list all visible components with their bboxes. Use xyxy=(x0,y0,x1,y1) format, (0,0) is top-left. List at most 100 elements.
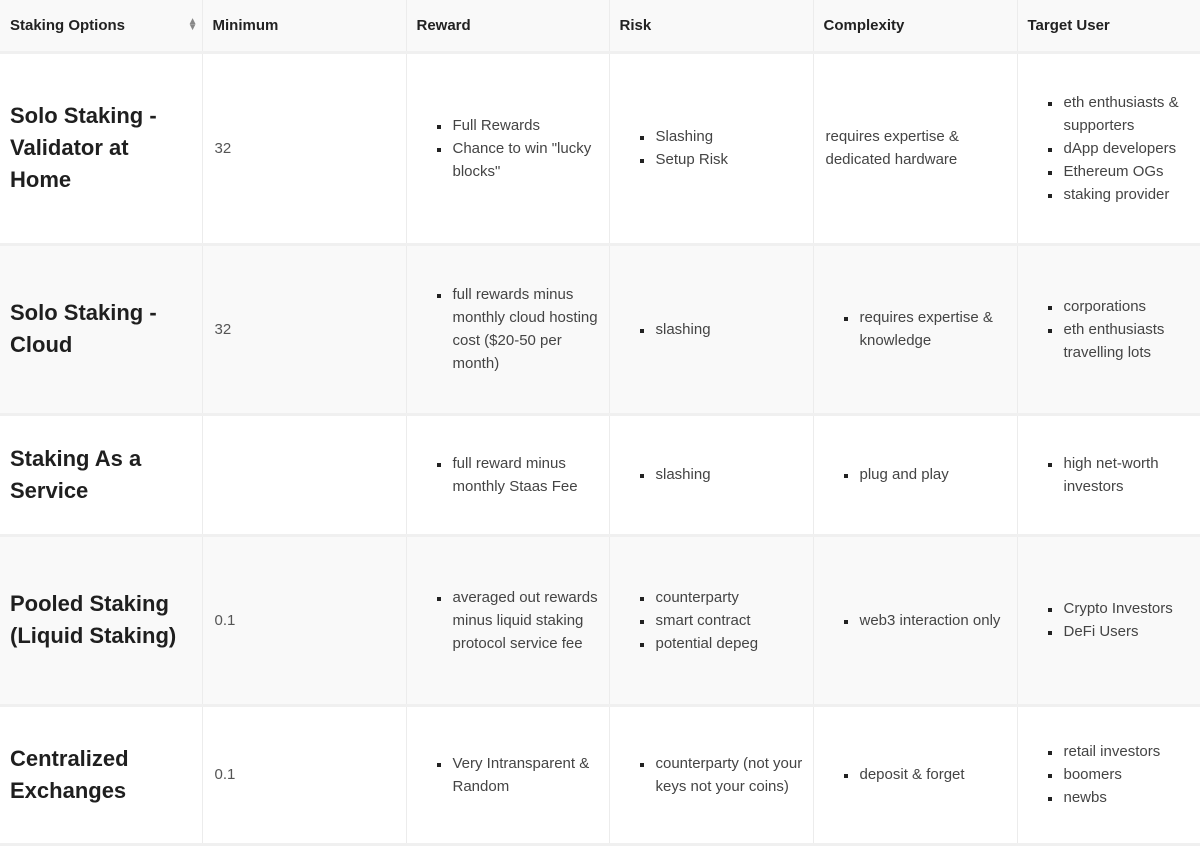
list-item: Full Rewards xyxy=(451,114,599,137)
staking-option-name: Solo Staking - Cloud xyxy=(0,244,203,416)
list-item: corporations xyxy=(1062,295,1191,318)
list-item: high net-worth investors xyxy=(1062,452,1191,498)
list-item: smart contract xyxy=(654,609,803,632)
list-item: averaged out rewards minus liquid stakin… xyxy=(451,586,599,655)
list-item: counterparty (not your keys not your coi… xyxy=(654,752,803,798)
complexity-list: plug and play xyxy=(824,463,1007,486)
table-row: Pooled Staking (Liquid Staking)0.1 averag… xyxy=(0,535,1200,707)
header-label: Risk xyxy=(619,16,652,34)
target-user-cell: Crypto InvestorsDeFi Users xyxy=(1017,535,1200,707)
list-item: staking provider xyxy=(1062,183,1191,206)
risk-list: counterpartysmart contractpotential depe… xyxy=(620,586,803,655)
table-row: Solo Staking - Validator at Home32Full R… xyxy=(0,52,1200,246)
target-user-cell: retail investorsboomersnewbs xyxy=(1017,705,1200,846)
header-label: Reward xyxy=(416,16,471,34)
target-user-cell: high net-worth investors xyxy=(1017,414,1200,537)
list-item: Slashing xyxy=(654,125,803,148)
list-item: counterparty xyxy=(654,586,803,609)
complexity-list: requires expertise & knowledge xyxy=(824,306,1007,352)
risk-list: counterparty (not your keys not your coi… xyxy=(620,752,803,798)
header-complexity: Complexity xyxy=(813,0,1018,54)
list-item: potential depeg xyxy=(654,632,803,655)
reward-cell: Full RewardsChance to win "lucky blocks" xyxy=(406,52,610,246)
list-item: full reward minus monthly Staas Fee xyxy=(451,452,599,498)
header-label: Staking Options xyxy=(10,16,126,34)
target-user-list: corporationseth enthusiasts travelling l… xyxy=(1028,295,1191,364)
risk-cell: SlashingSetup Risk xyxy=(609,52,814,246)
risk-list: slashing xyxy=(620,318,803,341)
complexity-cell: requires expertise & knowledge xyxy=(813,244,1018,416)
list-item: requires expertise & knowledge xyxy=(858,306,1007,352)
risk-list: slashing xyxy=(620,463,803,486)
minimum-value: 32 xyxy=(202,52,407,246)
reward-cell: averaged out rewards minus liquid stakin… xyxy=(406,535,610,707)
list-item: Setup Risk xyxy=(654,148,803,171)
list-item: eth enthusiasts travelling lots xyxy=(1062,318,1191,364)
header-staking-options[interactable]: Staking Options ▲ ▼ xyxy=(0,0,203,54)
list-item: retail investors xyxy=(1062,740,1191,763)
reward-list: full reward minus monthly Staas Fee xyxy=(417,452,599,498)
target-user-list: retail investorsboomersnewbs xyxy=(1028,740,1191,809)
risk-cell: slashing xyxy=(609,244,814,416)
list-item: boomers xyxy=(1062,763,1191,786)
list-item: Chance to win "lucky blocks" xyxy=(451,137,599,183)
list-item: DeFi Users xyxy=(1062,620,1191,643)
minimum-value: 0.1 xyxy=(202,705,407,846)
complexity-list: deposit & forget xyxy=(824,763,1007,786)
header-target-user: Target User xyxy=(1017,0,1200,54)
staking-option-name: Staking As a Service xyxy=(0,414,203,537)
complexity-text: requires expertise & dedicated hardware xyxy=(825,128,959,168)
staking-option-name: Solo Staking - Validator at Home xyxy=(0,52,203,246)
reward-cell: full reward minus monthly Staas Fee xyxy=(406,414,610,537)
list-item: eth enthusiasts & supporters xyxy=(1062,91,1191,137)
list-item: deposit & forget xyxy=(858,763,1007,786)
reward-cell: full rewards minus monthly cloud hosting… xyxy=(406,244,610,416)
header-minimum: Minimum xyxy=(202,0,407,54)
table-row: Solo Staking - Cloud32 full rewards minus… xyxy=(0,244,1200,416)
list-item: newbs xyxy=(1062,786,1191,809)
complexity-cell: requires expertise & dedicated hardware xyxy=(813,52,1018,246)
complexity-cell: deposit & forget xyxy=(813,705,1018,846)
reward-list: full rewards minus monthly cloud hosting… xyxy=(417,283,599,375)
target-user-cell: eth enthusiasts & supportersdApp develop… xyxy=(1017,52,1200,246)
target-user-list: high net-worth investors xyxy=(1028,452,1191,498)
header-risk: Risk xyxy=(609,0,814,54)
minimum-value: 32 xyxy=(202,244,407,416)
list-item: plug and play xyxy=(858,463,1007,486)
complexity-cell: web3 interaction only xyxy=(813,535,1018,707)
list-item: slashing xyxy=(654,463,803,486)
header-label: Complexity xyxy=(823,16,905,34)
list-item: slashing xyxy=(654,318,803,341)
risk-cell: counterparty (not your keys not your coi… xyxy=(609,705,814,846)
list-item: full rewards minus monthly cloud hosting… xyxy=(451,283,599,375)
header-label: Target User xyxy=(1027,16,1110,34)
risk-cell: slashing xyxy=(609,414,814,537)
table-row: Staking As a Service full reward minus mo… xyxy=(0,414,1200,537)
risk-list: SlashingSetup Risk xyxy=(620,125,803,171)
minimum-value xyxy=(202,414,407,537)
target-user-list: Crypto InvestorsDeFi Users xyxy=(1028,597,1191,643)
table-row: Centralized Exchanges0.1 Very Intranspare… xyxy=(0,705,1200,846)
list-item: web3 interaction only xyxy=(858,609,1007,632)
header-row: Staking Options ▲ ▼ Minimum Reward Risk C… xyxy=(0,0,1200,54)
reward-list: Full RewardsChance to win "lucky blocks" xyxy=(417,114,599,183)
list-item: Crypto Investors xyxy=(1062,597,1191,620)
reward-list: Very Intransparent & Random xyxy=(417,752,599,798)
target-user-list: eth enthusiasts & supportersdApp develop… xyxy=(1028,91,1191,206)
list-item: Ethereum OGs xyxy=(1062,160,1191,183)
sort-updown-icon[interactable]: ▲ ▼ xyxy=(188,17,198,33)
complexity-cell: plug and play xyxy=(813,414,1018,537)
reward-list: averaged out rewards minus liquid stakin… xyxy=(417,586,599,655)
header-reward: Reward xyxy=(406,0,610,54)
risk-cell: counterpartysmart contractpotential depe… xyxy=(609,535,814,707)
staking-comparison-table: Staking Options ▲ ▼ Minimum Reward Risk C… xyxy=(0,0,1200,846)
reward-cell: Very Intransparent & Random xyxy=(406,705,610,846)
target-user-cell: corporationseth enthusiasts travelling l… xyxy=(1017,244,1200,416)
minimum-value: 0.1 xyxy=(202,535,407,707)
list-item: Very Intransparent & Random xyxy=(451,752,599,798)
header-label: Minimum xyxy=(212,16,279,34)
staking-option-name: Pooled Staking (Liquid Staking) xyxy=(0,535,203,707)
complexity-list: web3 interaction only xyxy=(824,609,1007,632)
list-item: dApp developers xyxy=(1062,137,1191,160)
staking-option-name: Centralized Exchanges xyxy=(0,705,203,846)
